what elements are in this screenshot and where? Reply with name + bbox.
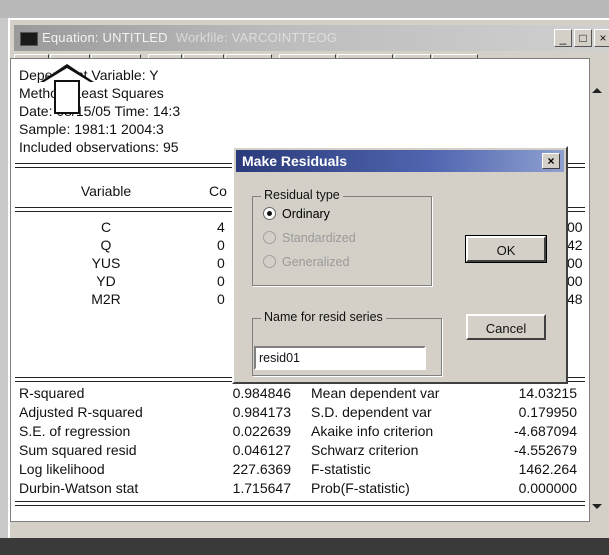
stat-label: Mean dependent var <box>311 385 440 401</box>
stat-value: 0.984173 <box>232 404 291 420</box>
stat-label: Sum squared resid <box>19 442 137 458</box>
residual-type-group: Residual type Ordinary Standardized Gene… <box>252 188 432 286</box>
resid-name-label: Name for resid series <box>261 310 386 324</box>
dialog-close-button[interactable]: × <box>542 153 560 169</box>
stat-label: Durbin-Watson stat <box>19 480 139 496</box>
stat-value: 0.022639 <box>232 423 291 439</box>
stat-label: S.E. of regression <box>19 423 131 439</box>
minimize-button[interactable]: _ <box>554 29 572 47</box>
radio-generalized[interactable]: Generalized <box>263 255 349 269</box>
close-window-button[interactable]: × <box>594 29 609 47</box>
radio-standardized-label: Standardized <box>282 231 356 245</box>
observations-line: Included observations: 95 <box>19 139 179 155</box>
stat-value: 0.179950 <box>518 404 577 420</box>
stat-label: R-squared <box>19 385 85 401</box>
stat-value: -4.687094 <box>513 423 577 439</box>
annotation-arrow-shaft <box>54 80 80 114</box>
screen-top-strip <box>0 0 609 18</box>
resid-series-name-input[interactable]: resid01 <box>254 346 426 370</box>
radio-ordinary-label: Ordinary <box>282 207 330 221</box>
row-end-value: 48 <box>567 291 583 307</box>
make-residuals-dialog: Make Residuals × Residual type Ordinary … <box>232 146 568 384</box>
stat-label: Adjusted R-squared <box>19 404 143 420</box>
stat-value: 1462.264 <box>518 461 577 477</box>
variable-name: YD <box>96 273 116 289</box>
radio-disabled-icon[interactable] <box>263 231 276 244</box>
stat-label: Prob(F-statistic) <box>311 480 410 496</box>
coefficient-value: 0 <box>217 273 225 289</box>
vertical-scrollbar[interactable] <box>589 58 604 520</box>
stat-value: 0.046127 <box>232 442 291 458</box>
radio-selected-icon[interactable] <box>263 207 276 220</box>
variable-name: C <box>100 219 112 235</box>
stat-value: 0.000000 <box>518 480 577 496</box>
coefficient-value: 4 <box>217 219 225 235</box>
stat-value: 0.984846 <box>232 385 291 401</box>
stat-value: 1.715647 <box>232 480 291 496</box>
variable-name: YUS <box>91 255 121 271</box>
coefficient-value: 0 <box>217 237 225 253</box>
dialog-title: Make Residuals <box>242 153 348 169</box>
stat-value: 14.03215 <box>518 385 577 401</box>
dialog-titlebar[interactable]: Make Residuals × <box>236 150 564 172</box>
cancel-button[interactable]: Cancel <box>466 314 546 340</box>
method-line: Method: Least Squares <box>19 85 164 101</box>
window-title: Equation: UNTITLED Workfile: VARCOINTTEOG <box>42 30 338 45</box>
screen-bottom-strip <box>0 538 609 555</box>
scroll-up-arrow-icon[interactable] <box>592 88 602 93</box>
radio-generalized-label: Generalized <box>282 255 350 269</box>
variable-name: Q <box>100 237 112 253</box>
row-end-value: 00 <box>567 219 583 235</box>
coefficient-value: 0 <box>217 255 225 271</box>
stat-label: Schwarz criterion <box>311 442 419 458</box>
date-line: Date: 08/15/05 Time: 14:3 <box>19 103 181 119</box>
row-end-value: 00 <box>567 255 583 271</box>
radio-standardized[interactable]: Standardized <box>263 231 356 245</box>
stat-label: Akaike info criterion <box>311 423 434 439</box>
stat-value: 227.6369 <box>232 461 291 477</box>
row-end-value: 00 <box>567 273 583 289</box>
sample-line: Sample: 1981:1 2004:3 <box>19 121 164 137</box>
stat-label: S.D. dependent var <box>311 404 432 420</box>
scroll-down-arrow-icon[interactable] <box>592 504 602 509</box>
window-titlebar[interactable]: Equation: UNTITLED Workfile: VARCOINTTEOG… <box>14 25 609 51</box>
stat-label: Log likelihood <box>19 461 105 477</box>
coefficient-value: 0 <box>217 291 225 307</box>
residual-type-label: Residual type <box>261 188 343 202</box>
ok-button[interactable]: OK <box>465 235 547 263</box>
stat-value: -4.552679 <box>513 442 577 458</box>
maximize-button[interactable]: □ <box>574 29 592 47</box>
window-controls: _ □ × <box>554 29 609 47</box>
column-header-coefficient: Co <box>209 183 227 199</box>
window-system-icon[interactable] <box>20 32 38 46</box>
row-end-value: 42 <box>567 237 583 253</box>
column-header-variable: Variable <box>80 183 132 199</box>
variable-name: M2R <box>91 291 121 307</box>
radio-ordinary[interactable]: Ordinary <box>263 207 330 221</box>
stats-bottom-rule <box>15 501 585 506</box>
stat-label: F-statistic <box>311 461 371 477</box>
radio-disabled-icon[interactable] <box>263 255 276 268</box>
